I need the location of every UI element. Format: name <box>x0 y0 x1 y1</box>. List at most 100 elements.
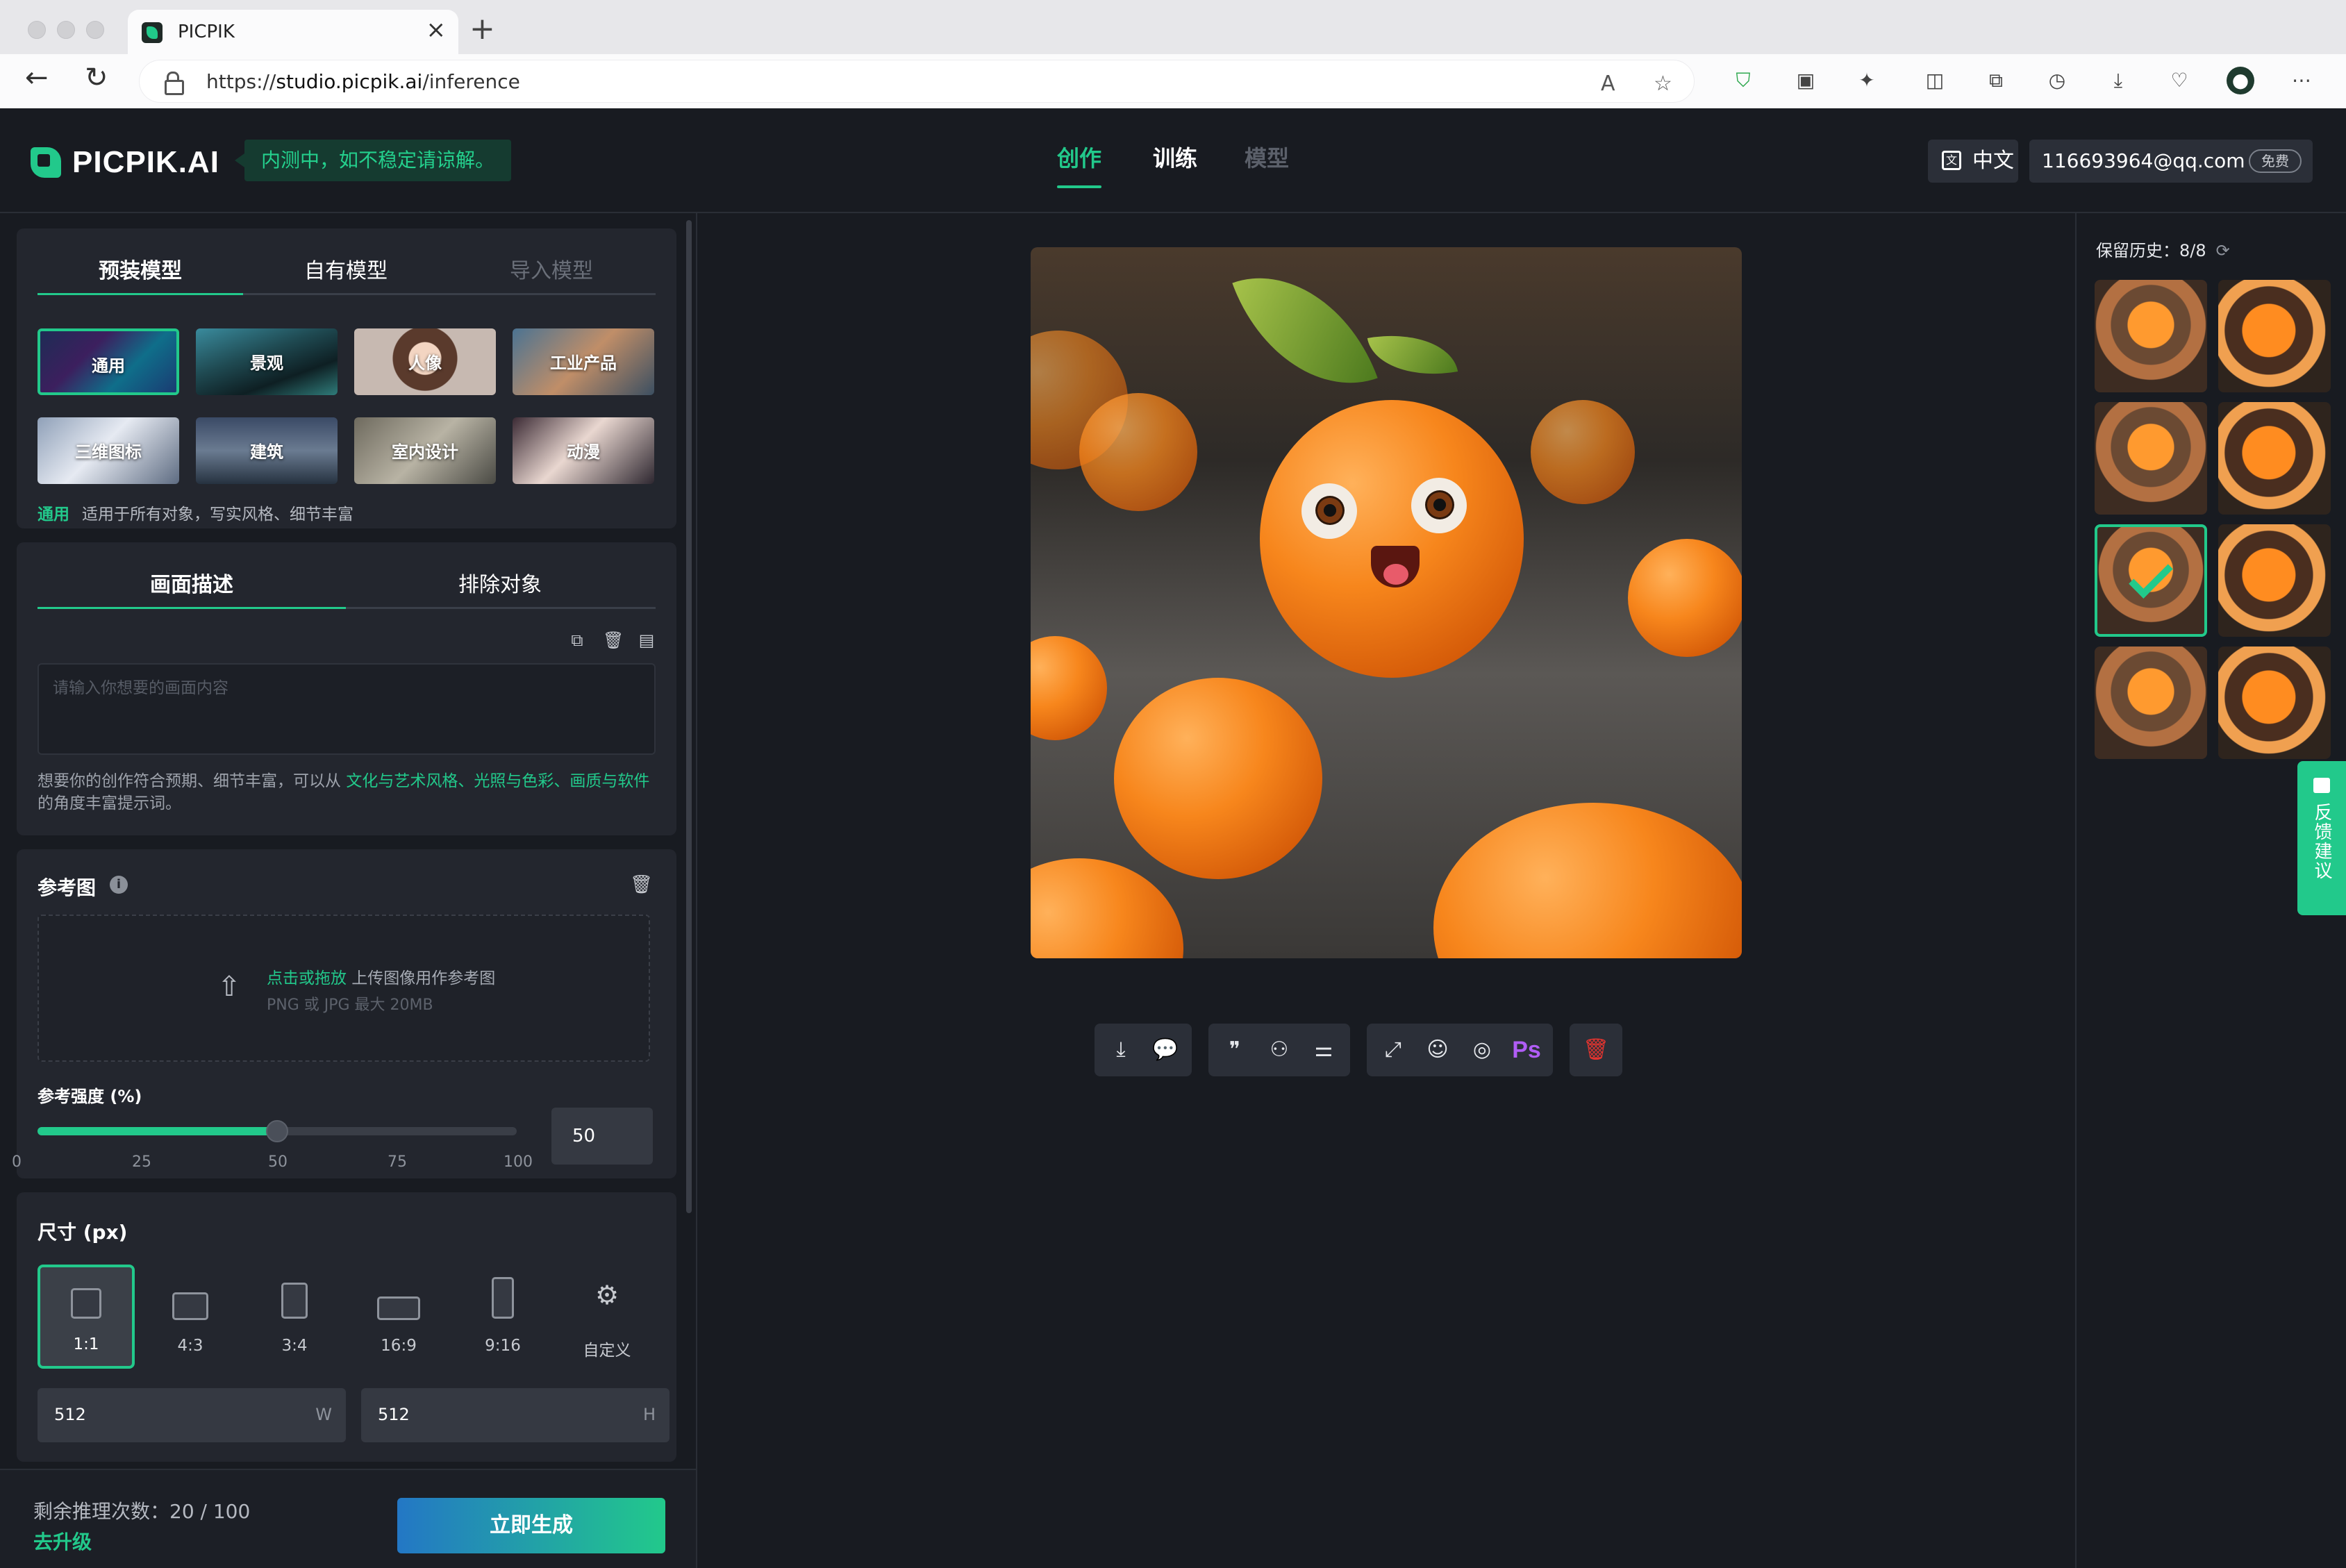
tab-train[interactable]: 训练 <box>1153 141 1197 173</box>
tab-models[interactable]: 模型 <box>1245 141 1289 173</box>
translate-icon: 文 <box>1942 151 1961 170</box>
upload-link[interactable]: 点击或拖放 <box>267 969 347 987</box>
favorite-star-icon[interactable]: ☆ <box>1654 72 1672 96</box>
tab-preset-models[interactable]: 预装模型 <box>38 253 243 295</box>
adjust-icon[interactable]: ⚌ <box>1301 1028 1346 1072</box>
tab-title: PICPIK <box>178 22 235 42</box>
back-arrow-icon[interactable]: ← <box>25 64 49 92</box>
character-eye <box>1411 478 1467 533</box>
ratio-3-4-button[interactable]: 3:4 <box>246 1265 343 1369</box>
shield-extension-icon[interactable]: ⛉ <box>1729 67 1757 94</box>
generate-bar: 剩余推理次数：20 / 100 去升级 立即生成 <box>0 1469 696 1568</box>
trash-icon[interactable]: 🗑 <box>1574 1028 1618 1072</box>
language-button[interactable]: 文 中文 <box>1928 140 2018 183</box>
url-field[interactable]: https://studio.picpik.ai/inference A ☆ <box>139 60 1695 103</box>
download-icon[interactable]: ⤓ <box>1099 1028 1143 1072</box>
info-icon[interactable]: i <box>110 876 128 894</box>
history-thumbnail[interactable] <box>2218 647 2331 759</box>
model-option-landscape[interactable]: 景观 <box>196 328 338 395</box>
quote-icon[interactable]: ❞ <box>1213 1028 1257 1072</box>
history-thumbnail[interactable] <box>2095 647 2207 759</box>
history-thumbnail-selected[interactable] <box>2095 524 2207 637</box>
photoshop-icon[interactable]: Ps <box>1504 1028 1549 1072</box>
model-option-interior[interactable]: 室内设计 <box>354 417 496 484</box>
feedback-button[interactable]: 反馈建议 <box>2297 761 2346 915</box>
width-input[interactable]: 512 W <box>38 1388 346 1442</box>
tab-create[interactable]: 创作 <box>1057 141 1102 188</box>
profile-avatar[interactable]: ● <box>2227 67 2254 94</box>
history-thumbnail[interactable] <box>2218 402 2331 515</box>
model-option-general[interactable]: 通用 <box>38 328 179 395</box>
generate-button[interactable]: 立即生成 <box>397 1498 665 1553</box>
hint-link-quality[interactable]: 画质与软件 <box>569 772 649 790</box>
strength-slider-handle[interactable] <box>266 1120 288 1142</box>
ratio-4-3-button[interactable]: 4:3 <box>142 1265 239 1369</box>
reference-trash-icon[interactable]: 🗑 <box>630 874 653 895</box>
ratio-9-16-button[interactable]: 9:16 <box>454 1265 551 1369</box>
ratio-16-9-button[interactable]: 16:9 <box>350 1265 447 1369</box>
history-icon[interactable]: ◷ <box>2043 67 2071 94</box>
feedback-label: 反馈建议 <box>2311 803 2332 881</box>
image-toolbar: ⤓ 💬 ❞ ⚇ ⚌ ⤢ ☺ ◎ Ps 🗑 <box>1095 1024 1622 1076</box>
generated-image[interactable] <box>1031 247 1742 958</box>
read-aloud-icon[interactable]: A <box>1601 72 1615 96</box>
filter-icon[interactable]: ◎ <box>1460 1028 1504 1072</box>
tab-description[interactable]: 画面描述 <box>38 567 346 609</box>
upload-icon: ⇧ <box>217 971 241 1003</box>
face-icon[interactable]: ☺ <box>1415 1028 1460 1072</box>
history-thumbnail[interactable] <box>2218 280 2331 392</box>
lock-icon <box>165 72 184 95</box>
model-option-architecture[interactable]: 建筑 <box>196 417 338 484</box>
model-option-3d-icon[interactable]: 三维图标 <box>38 417 179 484</box>
user-account-button[interactable]: 116693964@qq.com 免费 <box>2029 140 2313 183</box>
ratio-1-1-button[interactable]: 1:1 <box>38 1265 135 1369</box>
model-option-product[interactable]: 工业产品 <box>513 328 654 395</box>
new-tab-button[interactable]: + <box>469 14 495 44</box>
circles-icon[interactable]: ⚇ <box>1257 1028 1301 1072</box>
document-icon[interactable]: ▤ <box>638 630 656 651</box>
trash-icon[interactable]: 🗑 <box>603 630 624 651</box>
expand-icon[interactable]: ⤢ <box>1371 1028 1415 1072</box>
bg-orange <box>1531 400 1635 504</box>
split-screen-icon[interactable]: ◫ <box>1921 67 1949 94</box>
prompt-input[interactable] <box>38 663 656 755</box>
sidebar-scrollbar[interactable] <box>686 220 692 1213</box>
logo-text: PICPIK.AI <box>72 145 219 179</box>
tab-close-icon[interactable]: × <box>426 18 447 42</box>
screen-extension-icon[interactable]: ▣ <box>1792 67 1820 94</box>
wechat-icon[interactable]: 💬 <box>1143 1028 1188 1072</box>
size-title: 尺寸 (px) <box>38 1221 128 1244</box>
height-input[interactable]: 512 H <box>361 1388 669 1442</box>
strength-slider[interactable] <box>38 1120 517 1142</box>
tab-import-model[interactable]: 导入模型 <box>449 253 654 284</box>
tab-own-models[interactable]: 自有模型 <box>243 253 449 284</box>
model-option-anime[interactable]: 动漫 <box>513 417 654 484</box>
model-option-portrait[interactable]: 人像 <box>354 328 496 395</box>
downloads-icon[interactable]: ⤓ <box>2104 67 2132 94</box>
hint-link-lighting[interactable]: 光照与色彩 <box>474 772 554 790</box>
history-thumbnail[interactable] <box>2095 402 2207 515</box>
window-minimize-button[interactable] <box>57 21 75 39</box>
logo[interactable]: PICPIK.AI <box>31 145 219 180</box>
history-thumbnail[interactable] <box>2095 280 2207 392</box>
app-header: PICPIK.AI 内测中，如不稳定请谅解。 创作 训练 模型 文 中文 116… <box>0 109 2346 213</box>
collections-icon[interactable]: ⧉ <box>1982 67 2010 94</box>
browser-tab[interactable]: PICPIK × <box>128 10 458 54</box>
strength-value-input[interactable]: 50 <box>551 1108 653 1165</box>
checkmark-icon <box>2129 554 2173 599</box>
ratio-custom-button[interactable]: ⚙ 自定义 <box>558 1265 656 1369</box>
upgrade-link[interactable]: 去升级 <box>33 1527 92 1555</box>
window-close-button[interactable] <box>28 21 46 39</box>
hint-link-style[interactable]: 文化与艺术风格 <box>346 772 458 790</box>
history-thumbnail[interactable] <box>2218 524 2331 637</box>
puzzle-extensions-icon[interactable]: ✦ <box>1853 67 1881 94</box>
model-label: 景观 <box>250 353 283 373</box>
copy-icon[interactable]: ⧉ <box>568 630 586 651</box>
reference-upload-dropzone[interactable]: ⇧ 点击或拖放 上传图像用作参考图 PNG 或 JPG 最大 20MB <box>38 915 650 1062</box>
window-zoom-button[interactable] <box>86 21 104 39</box>
health-icon[interactable]: ♡ <box>2165 67 2193 94</box>
tab-negative[interactable]: 排除对象 <box>346 567 654 598</box>
reload-icon[interactable]: ↻ <box>85 64 108 92</box>
more-menu-icon[interactable]: ⋯ <box>2288 67 2315 94</box>
refresh-icon[interactable]: ⟳ <box>2216 241 2230 260</box>
